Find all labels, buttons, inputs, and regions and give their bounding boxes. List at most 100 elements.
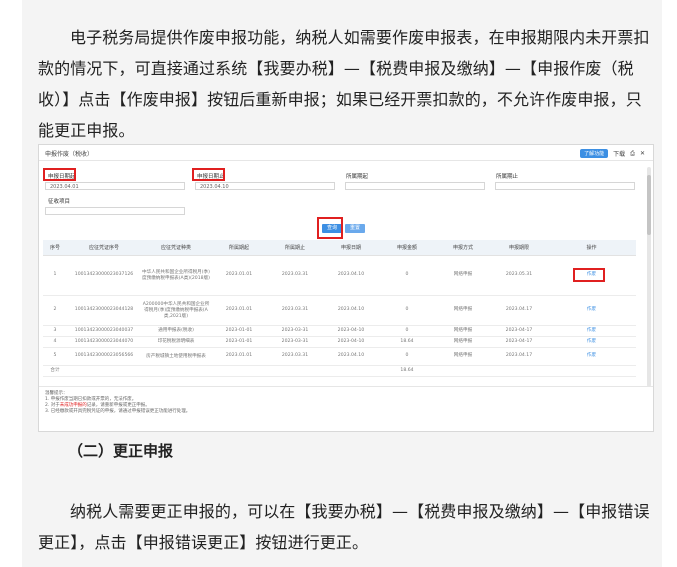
intro-paragraph: 电子税务局提供作废申报功能，纳税人如需要作废申报表，在申报期限内未开票扣款的情况… — [38, 22, 652, 146]
cell: 0 — [379, 295, 435, 326]
void-link[interactable]: 作废 — [587, 328, 596, 333]
period-end-input[interactable] — [495, 182, 635, 190]
cell: 2023-03-31 — [267, 325, 323, 337]
col-header: 序号 — [43, 240, 67, 256]
highlight-void-link — [573, 268, 605, 282]
cell: 2023.04.17 — [491, 347, 547, 366]
note-2-prefix: 2. 对于 — [45, 403, 60, 408]
cell: 2023-04-10 — [323, 325, 379, 337]
col-header: 应征凭证种类 — [141, 240, 211, 256]
cell: 4 — [43, 336, 67, 348]
cell: A200000中华人民共和国企业所得税月(季)度预缴纳税申报表(A类,2021版… — [141, 295, 211, 326]
label-levy-item: 征收项目 — [48, 199, 71, 205]
header-divider — [39, 160, 653, 161]
close-icon[interactable]: ✕ — [640, 150, 645, 157]
cell-action: 作废 — [547, 255, 636, 296]
cell — [211, 365, 267, 377]
cell — [141, 365, 211, 377]
table-row: 3 10013423000023040037 通用申报表(税收) 2023-01… — [43, 325, 636, 337]
cell: 中华人民共和国企业所得税月(季)度预缴纳税申报表(A类)(2018版) — [141, 255, 211, 296]
highlight-start-date — [43, 168, 76, 181]
help-button[interactable]: 了解功能 — [580, 149, 609, 158]
cell: 通用申报表(税收) — [141, 325, 211, 337]
cell: 10013423000023037126 — [67, 255, 141, 296]
cell: 网络申报 — [435, 255, 491, 296]
cell: 2023.01.01 — [211, 347, 267, 366]
cell: 2023.01.01 — [211, 255, 267, 296]
cell: 网络申报 — [435, 295, 491, 326]
col-header: 申报期限 — [491, 240, 547, 256]
label-period-end: 所属期止 — [496, 174, 519, 180]
cell: 10013423000023040037 — [67, 325, 141, 337]
period-start-input[interactable] — [345, 182, 485, 190]
correction-paragraph-text: 纳税人需要更正申报的，可以在【我要办税】—【税费申报及缴纳】—【申报错误更正】，… — [38, 502, 650, 552]
cell: 2023-04-17 — [491, 336, 547, 348]
cell: 网络申报 — [435, 347, 491, 366]
cell-action: 作废 — [547, 295, 636, 326]
col-header: 申报方式 — [435, 240, 491, 256]
cell — [547, 365, 636, 377]
note-2-suffix: 记录，请重新申报或更正申报。 — [86, 403, 150, 408]
highlight-query-button — [317, 217, 343, 239]
void-link[interactable]: 作废 — [587, 307, 596, 312]
cell: 18.64 — [379, 336, 435, 348]
screen-header-tools: 了解功能 下载 ⎙ ✕ — [580, 149, 645, 158]
intro-paragraph-text: 电子税务局提供作废申报功能，纳税人如需要作废申报表，在申报期限内未开票扣款的情况… — [38, 28, 650, 140]
cell: 0 — [379, 347, 435, 366]
cell: 2023-01-01 — [211, 336, 267, 348]
filing-date-start-input[interactable]: 2023.04.01 — [45, 182, 185, 190]
col-header: 申报日期 — [323, 240, 379, 256]
cell: 2023.04.10 — [323, 255, 379, 296]
table-total-row: 合计 18.64 — [43, 365, 636, 377]
note-3: 3. 已经缴款或开具完税凭证的申报，请通过申报错误更正功能进行处理。 — [45, 409, 191, 414]
cell: 2023.04.10 — [323, 295, 379, 326]
label-period-start: 所属期起 — [346, 174, 369, 180]
cell: 10013423000023044070 — [67, 336, 141, 348]
cell: 10013423000023044128 — [67, 295, 141, 326]
cell: 2023.04.17 — [491, 295, 547, 326]
col-header: 所属期止 — [267, 240, 323, 256]
note-2-highlight: 未成功申报的 — [59, 403, 87, 408]
correction-paragraph: 纳税人需要更正申报的，可以在【我要办税】—【税费申报及缴纳】—【申报错误更正】，… — [38, 496, 652, 558]
cell: 2023.03.31 — [267, 347, 323, 366]
col-header: 操作 — [547, 240, 636, 256]
cell: 2023-04-17 — [491, 325, 547, 337]
highlight-end-date — [192, 168, 225, 181]
cell: 2023.03.31 — [267, 295, 323, 326]
reset-button[interactable]: 重置 — [345, 224, 366, 233]
cell: 2023.04.10 — [323, 347, 379, 366]
cell — [323, 365, 379, 377]
filings-table: 序号 应征凭证序号 应征凭证种类 所属期起 所属期止 申报日期 申报金额 申报方… — [43, 240, 636, 377]
table-row: 5 10013423000023056566 房产税城镇土地使用税申报表 202… — [43, 347, 636, 366]
total-value: 18.64 — [379, 365, 435, 377]
print-icon[interactable]: ⎙ — [630, 150, 635, 158]
table-row: 4 10013423000023044070 印花税税源明细表 2023-01-… — [43, 336, 636, 348]
table-row: 1 10013423000023037126 中华人民共和国企业所得税月(季)度… — [43, 255, 636, 296]
scrollbar-thumb[interactable] — [647, 175, 651, 235]
cell: 3 — [43, 325, 67, 337]
table-row: 2 10013423000023044128 A200000中华人民共和国企业所… — [43, 295, 636, 326]
cell: 2023-03-31 — [267, 336, 323, 348]
col-header: 所属期起 — [211, 240, 267, 256]
cell: 2023.05.31 — [491, 255, 547, 296]
void-link[interactable]: 作废 — [587, 339, 596, 344]
filing-date-end-input[interactable]: 2023.04.10 — [195, 182, 335, 190]
cell — [491, 365, 547, 377]
download-link[interactable]: 下载 — [613, 149, 625, 158]
cell: 0 — [379, 255, 435, 296]
cell: 2023-01-01 — [211, 325, 267, 337]
cell: 10013423000023056566 — [67, 347, 141, 366]
cell: 房产税城镇土地使用税申报表 — [141, 347, 211, 366]
void-link[interactable]: 作废 — [587, 353, 596, 358]
cell — [67, 365, 141, 377]
cell-action: 作废 — [547, 347, 636, 366]
col-header: 申报金额 — [379, 240, 435, 256]
table-header-row: 序号 应征凭证序号 应征凭证种类 所属期起 所属期止 申报日期 申报金额 申报方… — [43, 240, 636, 256]
embedded-screenshot: 申报作废（税收） 了解功能 下载 ⎙ ✕ 申报日期起 2023.04.01 申报… — [38, 144, 654, 432]
cell: 0 — [379, 325, 435, 337]
tips-notes: 温馨提示： 1. 申报作废当期已扣款或开票的，无法作废。 2. 对于未成功申报的… — [45, 391, 190, 415]
cell: 印花税税源明细表 — [141, 336, 211, 348]
levy-item-input[interactable] — [45, 207, 185, 215]
cell: 2023.01.01 — [211, 295, 267, 326]
cell: 2023-04-10 — [323, 336, 379, 348]
